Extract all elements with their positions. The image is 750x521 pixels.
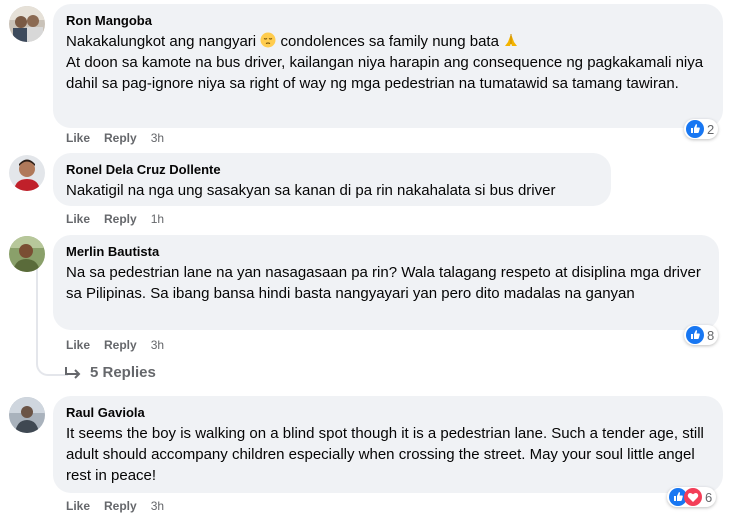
reply-button[interactable]: Reply [104,212,137,226]
view-replies-button[interactable]: 5 Replies [64,364,156,381]
reply-button[interactable]: Reply [104,131,137,145]
like-reaction-icon [686,120,704,138]
comment-time[interactable]: 3h [151,499,164,513]
comment-text: Nakatigil na nga ung sasakyan sa kanan d… [66,182,556,199]
comment-text-part: At doon sa kamote na bus driver, kailang… [66,54,704,92]
avatar[interactable] [9,236,45,272]
reaction-count: 8 [707,327,715,343]
folded-hands-emoji-icon [505,34,518,46]
like-reaction-icon [686,326,704,344]
comment-author[interactable]: Ron Mangoba [66,12,710,29]
reaction-summary[interactable]: 2 [684,119,719,139]
reaction-summary[interactable]: 8 [684,325,719,345]
comment-author[interactable]: Ronel Dela Cruz Dollente [66,161,598,178]
comment-time[interactable]: 3h [151,338,164,352]
comment-text: It seems the boy is walking on a blind s… [66,425,704,484]
comment-actions: Like Reply 3h [66,131,178,145]
reaction-count: 6 [705,489,713,505]
reply-button[interactable]: Reply [104,499,137,513]
comment-bubble: Ronel Dela Cruz Dollente Nakatigil na ng… [53,153,611,206]
comment-author[interactable]: Merlin Bautista [66,243,706,260]
comment-time[interactable]: 3h [151,131,164,145]
pensive-face-emoji-icon [260,32,276,48]
comment-bubble: Raul Gaviola It seems the boy is walking… [53,396,723,493]
avatar[interactable] [9,155,45,191]
reply-arrow-icon [65,366,81,379]
reaction-count: 2 [707,121,715,137]
comment-text: Nakakalungkot ang nangyari condolences s… [66,31,710,94]
comment-actions: Like Reply 1h [66,212,178,226]
avatar[interactable] [9,6,45,42]
like-button[interactable]: Like [66,499,90,513]
comment-text-part: condolences sa family nung bata [276,33,504,50]
comment-text-part: Nakakalungkot ang nangyari [66,33,261,50]
comment-bubble: Ron Mangoba Nakakalungkot ang nangyari c… [53,4,723,128]
comment-time[interactable]: 1h [151,212,164,226]
comment-bubble: Merlin Bautista Na sa pedestrian lane na… [53,235,719,330]
comment-actions: Like Reply 3h [66,338,178,352]
comment-text: Na sa pedestrian lane na yan nasagasaan … [66,264,701,302]
avatar[interactable] [9,397,45,433]
reaction-summary[interactable]: 6 [667,487,717,507]
comment-actions: Like Reply 3h [66,499,178,513]
like-button[interactable]: Like [66,131,90,145]
replies-count-label: 5 Replies [90,364,156,381]
comment-author[interactable]: Raul Gaviola [66,404,710,421]
reply-button[interactable]: Reply [104,338,137,352]
like-button[interactable]: Like [66,212,90,226]
like-button[interactable]: Like [66,338,90,352]
love-reaction-icon [684,488,702,506]
